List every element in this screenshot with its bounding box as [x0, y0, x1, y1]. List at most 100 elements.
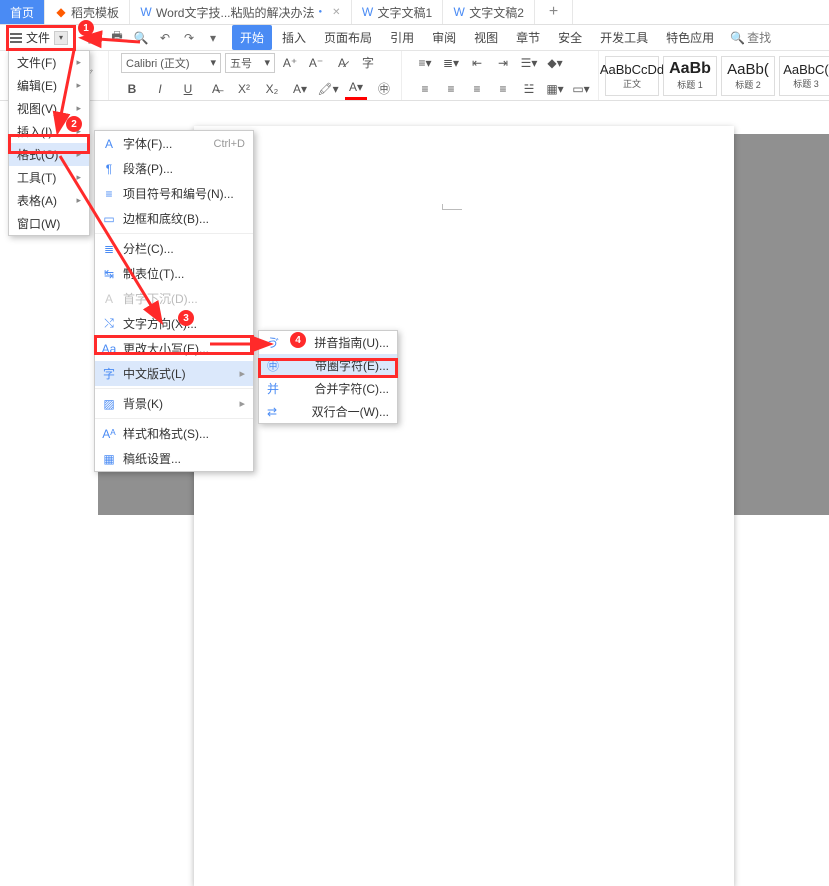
ribbon-tab-special[interactable]: 特色应用 — [658, 25, 722, 50]
italic-icon[interactable]: I — [149, 78, 171, 100]
style-normal[interactable]: AaBbCcDd 正文 — [605, 56, 659, 96]
menu-borders[interactable]: ▭边框和底纹(B)... — [95, 206, 253, 231]
menu-tabs[interactable]: ↹制表位(T)... — [95, 261, 253, 286]
menu-file[interactable]: 文件(F)▸ — [9, 51, 89, 74]
bold-icon[interactable]: B — [121, 78, 143, 100]
style-preview: AaBb( — [727, 61, 769, 78]
search-box[interactable]: 🔍 查找 — [730, 29, 771, 46]
step-badge-2: 2 — [66, 116, 82, 132]
wenzi-icon[interactable]: 字 — [357, 52, 379, 74]
apple-icon[interactable]: ◆▾ — [544, 52, 566, 74]
align-center-icon[interactable]: ≡ — [440, 78, 462, 100]
ribbon-tab-references[interactable]: 引用 — [382, 25, 422, 50]
menu-enclosed-char[interactable]: ㊥带圈字符(E)... — [259, 354, 397, 377]
menu-manuscript[interactable]: ▦稿纸设置... — [95, 446, 253, 471]
menu-change-case[interactable]: Aa更改大小写(E)... — [95, 336, 253, 361]
file-menu-dropdown: 文件(F)▸ 编辑(E)▸ 视图(V)▸ 插入(I)▸ 格式(O)▸ 工具(T)… — [8, 50, 90, 236]
decrease-indent-icon[interactable]: ⇤ — [466, 52, 488, 74]
menu-format[interactable]: 格式(O)▸ — [9, 143, 89, 166]
tab-label: 文字文稿2 — [469, 4, 524, 21]
font-name-combo[interactable]: Calibri (正文) ▾ — [121, 53, 221, 73]
menu-background[interactable]: ▨背景(K)▸ — [95, 391, 253, 416]
tab-label: 稻壳模板 — [71, 4, 119, 21]
tab-label: 首页 — [10, 4, 34, 21]
redo-icon[interactable]: ↷ — [180, 29, 198, 47]
style-heading3[interactable]: AaBbC( 标题 3 — [779, 56, 829, 96]
tab-doc-1[interactable]: W Word文字技...粘贴的解决办法 ● ✕ — [130, 0, 351, 24]
manuscript-icon: ▦ — [101, 452, 117, 466]
ribbon-tab-section[interactable]: 章节 — [508, 25, 548, 50]
border-icon[interactable]: ▭▾ — [570, 78, 592, 100]
qat-dropdown-icon[interactable]: ▾ — [204, 29, 222, 47]
distribute-icon[interactable]: ☱ — [518, 78, 540, 100]
menu-bullets[interactable]: ≡项目符号和编号(N)... — [95, 181, 253, 206]
ribbon-tabs: 开始 插入 页面布局 引用 审阅 视图 章节 安全 开发工具 特色应用 🔍 查找 — [232, 25, 771, 50]
line-spacing-icon[interactable]: ☰▾ — [518, 52, 540, 74]
menu-font[interactable]: A字体(F)...Ctrl+D — [95, 131, 253, 156]
chevron-down-icon: ▾ — [264, 56, 270, 69]
separator — [95, 233, 253, 234]
text-effect-icon[interactable]: A▾ — [289, 78, 311, 100]
align-left-icon[interactable]: ≡ — [414, 78, 436, 100]
numbering-icon[interactable]: ≣▾ — [440, 52, 462, 74]
dirty-indicator: ● — [319, 9, 323, 15]
menu-styles-format[interactable]: Aᴬ样式和格式(S)... — [95, 421, 253, 446]
increase-indent-icon[interactable]: ⇥ — [492, 52, 514, 74]
paragraph-icon: ¶ — [101, 162, 117, 176]
print-icon[interactable]: 🖶 — [108, 29, 126, 47]
chevron-right-icon: ▸ — [76, 172, 81, 183]
format-submenu: A字体(F)...Ctrl+D ¶段落(P)... ≡项目符号和编号(N)...… — [94, 130, 254, 472]
ribbon-tab-review[interactable]: 审阅 — [424, 25, 464, 50]
enclose-char-icon[interactable]: ㊥ — [373, 78, 395, 100]
file-menu-button[interactable]: 文件 ▾ — [2, 27, 76, 49]
strike-icon[interactable]: A̶ — [205, 78, 227, 100]
underline-icon[interactable]: U — [177, 78, 199, 100]
add-tab[interactable]: + — [535, 0, 573, 24]
style-heading1[interactable]: AaBb 标题 1 — [663, 56, 717, 96]
menu-text-direction[interactable]: ⤭文字方向(X)... — [95, 311, 253, 336]
menu-paragraph[interactable]: ¶段落(P)... — [95, 156, 253, 181]
menu-tools[interactable]: 工具(T)▸ — [9, 166, 89, 189]
ribbon-tab-layout[interactable]: 页面布局 — [316, 25, 380, 50]
word-icon: W — [453, 6, 465, 18]
menu-pinyin-guide[interactable]: ゔ拼音指南(U)... — [259, 331, 397, 354]
font-group: Calibri (正文) ▾ 五号 ▾ A⁺ A⁻ A̷ 字 B I U A̶ … — [115, 51, 402, 100]
case-icon: Aa — [101, 342, 117, 356]
ribbon-tab-security[interactable]: 安全 — [550, 25, 590, 50]
font-color-icon[interactable]: A▾ — [345, 78, 367, 100]
undo-icon[interactable]: ↶ — [156, 29, 174, 47]
superscript-icon[interactable]: X² — [233, 78, 255, 100]
align-justify-icon[interactable]: ≡ — [492, 78, 514, 100]
tab-doc-3[interactable]: W 文字文稿2 — [443, 0, 535, 24]
tab-doc-2[interactable]: W 文字文稿1 — [352, 0, 444, 24]
bullets-icon[interactable]: ≡▾ — [414, 52, 436, 74]
grow-font-icon[interactable]: A⁺ — [279, 52, 301, 74]
menu-edit[interactable]: 编辑(E)▸ — [9, 74, 89, 97]
font-size-combo[interactable]: 五号 ▾ — [225, 53, 275, 73]
menu-window[interactable]: 窗口(W) — [9, 212, 89, 235]
align-right-icon[interactable]: ≡ — [466, 78, 488, 100]
close-icon[interactable]: ✕ — [332, 7, 340, 18]
menu-combine-chars[interactable]: 并合并字符(C)... — [259, 377, 397, 400]
ribbon-tab-insert[interactable]: 插入 — [274, 25, 314, 50]
menu-two-lines[interactable]: ⇄双行合一(W)... — [259, 400, 397, 423]
menu-columns[interactable]: ≣分栏(C)... — [95, 236, 253, 261]
ribbon-tab-view[interactable]: 视图 — [466, 25, 506, 50]
tab-home[interactable]: 首页 — [0, 0, 45, 24]
cursor-mark — [442, 204, 462, 210]
ribbon-tab-developer[interactable]: 开发工具 — [592, 25, 656, 50]
subscript-icon[interactable]: X₂ — [261, 78, 283, 100]
ribbon-tab-start[interactable]: 开始 — [232, 25, 272, 50]
separator — [95, 388, 253, 389]
preview-icon[interactable]: 🔍 — [132, 29, 150, 47]
shrink-font-icon[interactable]: A⁻ — [305, 52, 327, 74]
shading-icon[interactable]: ▦▾ — [544, 78, 566, 100]
style-preview: AaBb — [669, 60, 711, 78]
style-heading2[interactable]: AaBb( 标题 2 — [721, 56, 775, 96]
word-icon: W — [362, 6, 374, 18]
page-canvas[interactable] — [194, 126, 734, 886]
menu-table[interactable]: 表格(A)▸ — [9, 189, 89, 212]
highlight-icon[interactable]: 🖍▾ — [317, 78, 339, 100]
menu-chinese-layout[interactable]: 字中文版式(L)▸ — [95, 361, 253, 386]
clear-format-icon[interactable]: A̷ — [331, 52, 353, 74]
